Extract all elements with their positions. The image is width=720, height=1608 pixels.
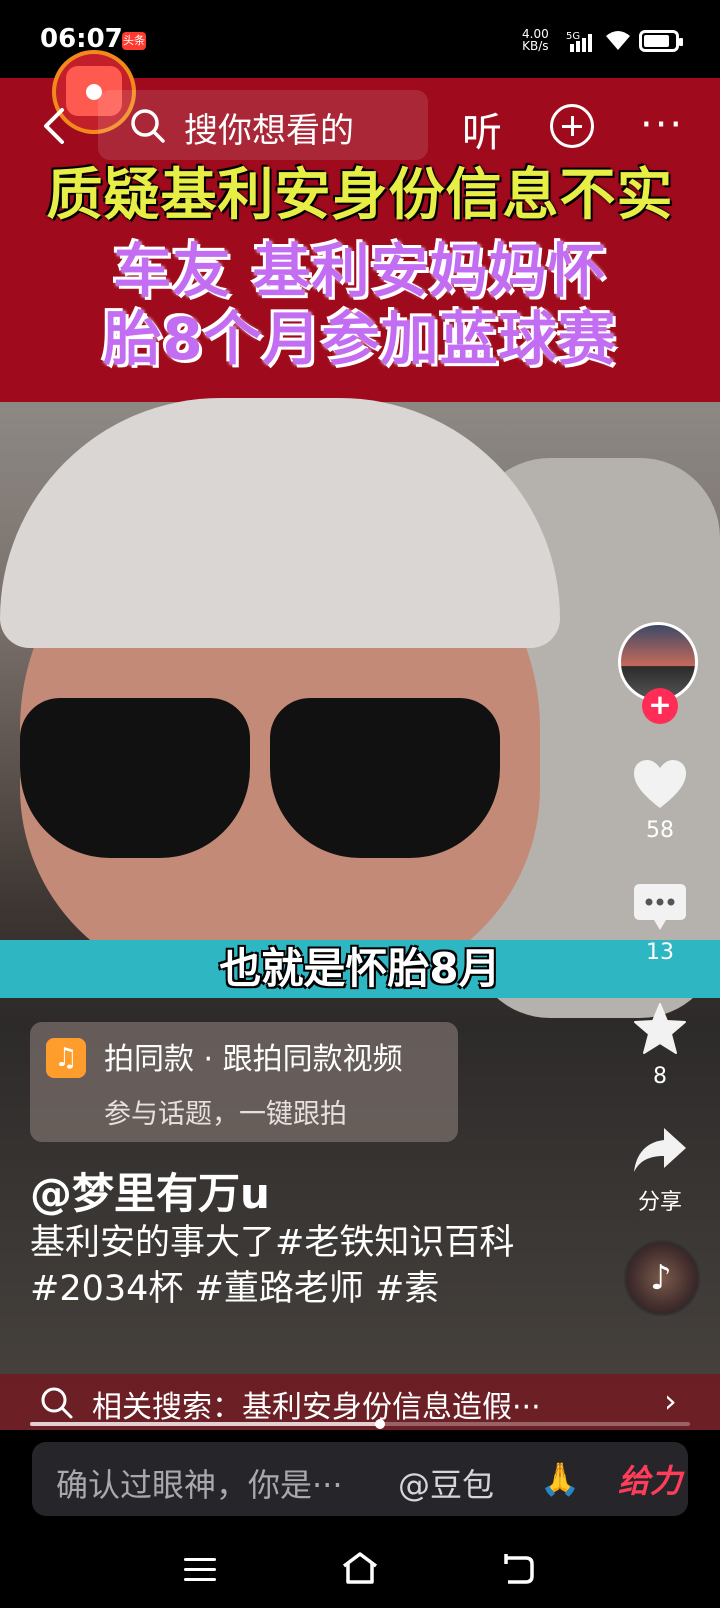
star-icon (634, 1003, 686, 1054)
progress-knob[interactable] (374, 1419, 385, 1429)
progress-fill (30, 1422, 380, 1426)
create-plus-button[interactable] (550, 104, 594, 148)
app-notification-badge: 头条 (122, 32, 146, 50)
share-button[interactable]: 分享 (620, 1126, 700, 1216)
status-time: 06:07 (40, 24, 123, 54)
mention-doubao[interactable]: @豆包 (398, 1460, 494, 1506)
music-note-icon: ♪ (650, 1258, 672, 1298)
post-description[interactable]: 基利安的事大了#老铁知识百科 #2034杯 #董路老师 #素 (30, 1220, 540, 1312)
search-placeholder: 搜你想看的 (184, 111, 354, 151)
wifi-icon (606, 31, 630, 50)
more-options-button[interactable]: ··· (640, 102, 684, 148)
battery-level (644, 35, 669, 47)
recents-menu-icon[interactable] (184, 1558, 216, 1588)
search-bar[interactable]: 搜你想看的 (98, 90, 428, 160)
comment-input-bar[interactable]: 确认过眼神，你是··· @豆包 🙏 给力 (32, 1442, 688, 1516)
comment-placeholder: 确认过眼神，你是··· (56, 1466, 343, 1504)
listen-button[interactable]: 听 (462, 100, 502, 158)
signal-5g-icon: 5G (566, 31, 592, 52)
same-style-template-card[interactable]: ♫ 拍同款 · 跟拍同款视频 参与话题，一键跟拍 (30, 1022, 458, 1142)
search-icon (131, 109, 165, 143)
person-cap (0, 398, 560, 648)
author-name[interactable]: @梦里有万u (30, 1160, 270, 1221)
home-icon[interactable] (340, 1550, 380, 1586)
sunglasses-left (20, 698, 250, 858)
template-subtitle: 参与话题，一键跟拍 (104, 1099, 347, 1130)
battery-icon (639, 30, 683, 52)
comment-count: 13 (646, 940, 674, 965)
comment-bubble-icon (634, 884, 686, 930)
share-label: 分享 (637, 1190, 682, 1215)
network-type: 5G (566, 31, 580, 42)
back-arrow-icon[interactable] (36, 106, 76, 146)
give-power-button[interactable]: 给力 (618, 1456, 682, 1502)
heart-icon (634, 760, 686, 808)
sunglasses-right (270, 698, 500, 858)
favorite-count: 8 (653, 1064, 667, 1089)
system-nav-bar (0, 1530, 720, 1608)
share-arrow-icon (634, 1128, 686, 1172)
template-title: 拍同款 · 跟拍同款视频 (104, 1042, 403, 1077)
like-button[interactable]: 58 (620, 758, 700, 843)
follow-button[interactable]: + (642, 688, 678, 724)
favorite-button[interactable]: 8 (620, 1002, 700, 1089)
related-search-text: 相关搜索：基利安身份信息造假··· (92, 1390, 541, 1425)
headline-line-3: 胎8个月参加蓝球赛 (103, 305, 617, 373)
music-disc[interactable]: ♪ (624, 1240, 700, 1316)
headline-line-1: 质疑基利安身份信息不实 (46, 163, 674, 228)
music-note-icon: ♫ (46, 1038, 86, 1078)
network-speed-unit: KB/s (522, 39, 549, 53)
video-subtitle: 也就是怀胎8月 (219, 944, 501, 993)
chevron-right-icon: › (664, 1382, 677, 1420)
network-speed: 4.00 KB/s (522, 28, 549, 52)
back-nav-icon[interactable] (500, 1552, 536, 1586)
comment-button[interactable]: 13 (620, 882, 700, 965)
search-icon (41, 1387, 73, 1419)
video-progress-bar[interactable] (30, 1419, 690, 1429)
like-count: 58 (646, 818, 674, 843)
praying-hands-icon[interactable]: 🙏 (540, 1460, 580, 1498)
